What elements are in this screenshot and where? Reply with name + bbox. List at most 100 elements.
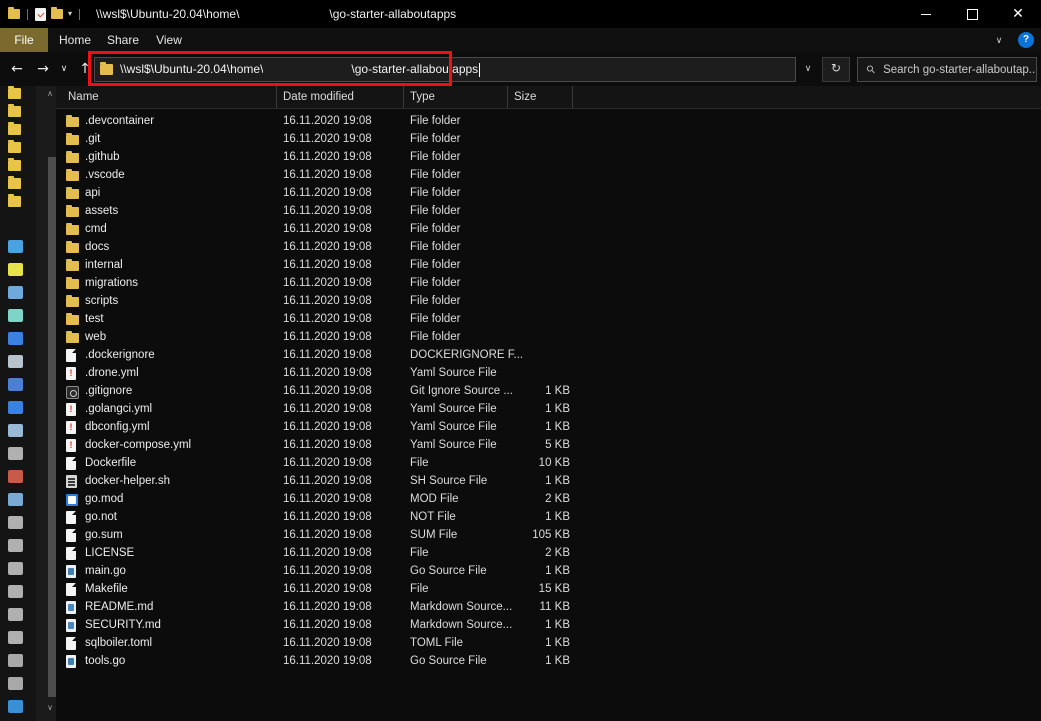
server-icon-1[interactable]	[8, 654, 28, 670]
drive-icon-3[interactable]	[8, 447, 28, 463]
this-pc-icon[interactable]	[8, 286, 28, 302]
chevron-down-icon[interactable]: ▾	[68, 10, 72, 18]
table-row[interactable]: go.mod16.11.2020 19:08MOD File2 KB	[56, 490, 1041, 508]
download-icon[interactable]	[8, 378, 28, 394]
table-row[interactable]: SECURITY.md16.11.2020 19:08Markdown Sour…	[56, 616, 1041, 634]
folder-icon	[8, 124, 21, 135]
doc-glyph	[66, 547, 76, 560]
table-row[interactable]: .drone.yml16.11.2020 19:08Yaml Source Fi…	[56, 364, 1041, 382]
drive-icon-6[interactable]	[8, 539, 28, 555]
taskbar-folder-1[interactable]	[8, 88, 28, 104]
column-header-name[interactable]: Name	[62, 86, 277, 108]
column-header-type[interactable]: Type	[404, 86, 508, 108]
table-row[interactable]: api16.11.2020 19:08File folder	[56, 184, 1041, 202]
table-row[interactable]: README.md16.11.2020 19:08Markdown Source…	[56, 598, 1041, 616]
network-icon[interactable]	[8, 355, 28, 371]
table-row[interactable]: main.go16.11.2020 19:08Go Source File1 K…	[56, 562, 1041, 580]
refresh-button[interactable]: ↻	[822, 57, 850, 82]
table-row[interactable]: .vscode16.11.2020 19:08File folder	[56, 166, 1041, 184]
taskbar-folder-6[interactable]	[8, 178, 28, 194]
table-row[interactable]: test16.11.2020 19:08File folder	[56, 310, 1041, 328]
file-type: File folder	[410, 130, 461, 148]
table-row[interactable]: Dockerfile16.11.2020 19:08File10 KB	[56, 454, 1041, 472]
table-row[interactable]: .dockerignore16.11.2020 19:08DOCKERIGNOR…	[56, 346, 1041, 364]
file-type: File folder	[410, 328, 461, 346]
pictures-icon[interactable]	[8, 424, 28, 440]
table-row[interactable]: Makefile16.11.2020 19:08File15 KB	[56, 580, 1041, 598]
address-input[interactable]: \\wsl$\Ubuntu-20.04\home\\go-starter-all…	[94, 57, 796, 82]
chevron-down-icon-ribbon[interactable]: ∨	[991, 32, 1007, 48]
nav-scroll-up-icon[interactable]: ∧	[44, 88, 56, 100]
table-row[interactable]: web16.11.2020 19:08File folder	[56, 328, 1041, 346]
file-date-modified: 16.11.2020 19:08	[283, 256, 372, 274]
taskbar-folder-7[interactable]	[8, 196, 28, 212]
folder-icon	[66, 151, 79, 164]
tab-view[interactable]: View	[148, 28, 190, 52]
table-row[interactable]: .github16.11.2020 19:08File folder	[56, 148, 1041, 166]
maximize-button[interactable]	[949, 0, 995, 28]
table-row[interactable]: .git16.11.2020 19:08File folder	[56, 130, 1041, 148]
drive-icon-10-glyph	[8, 631, 23, 644]
file-date-modified: 16.11.2020 19:08	[283, 508, 372, 526]
drive-icon-1[interactable]	[8, 309, 28, 325]
search-box[interactable]: ⚲ Search go-starter-allaboutap...	[857, 57, 1037, 82]
drive-icon-7[interactable]	[8, 562, 28, 578]
table-row[interactable]: tools.go16.11.2020 19:08Go Source File1 …	[56, 652, 1041, 670]
taskbar-folder-3[interactable]	[8, 124, 28, 140]
table-row[interactable]: go.not16.11.2020 19:08NOT File1 KB	[56, 508, 1041, 526]
table-row[interactable]: .golangci.yml16.11.2020 19:08Yaml Source…	[56, 400, 1041, 418]
search-placeholder: Search go-starter-allaboutap...	[883, 64, 1036, 76]
address-dropdown-button[interactable]: ∨	[795, 57, 821, 80]
nav-scroll-down-icon[interactable]: ∨	[44, 702, 56, 714]
folder-icon	[8, 9, 20, 19]
tab-share[interactable]: Share	[100, 28, 146, 52]
drive-icon-10[interactable]	[8, 631, 28, 647]
window-title: \\wsl$\Ubuntu-20.04\home\\go-starter-all…	[96, 0, 456, 28]
table-row[interactable]: LICENSE16.11.2020 19:08File2 KB	[56, 544, 1041, 562]
taskbar-folder-2[interactable]	[8, 106, 28, 122]
forward-button[interactable]: →	[32, 58, 54, 80]
table-row[interactable]: docker-helper.sh16.11.2020 19:08SH Sourc…	[56, 472, 1041, 490]
taskbar-folder-4[interactable]	[8, 142, 28, 158]
table-row[interactable]: docs16.11.2020 19:08File folder	[56, 238, 1041, 256]
onedrive-icon[interactable]	[8, 240, 28, 256]
help-icon[interactable]: ?	[1018, 32, 1034, 48]
drive-icon-2[interactable]	[8, 332, 28, 348]
close-button[interactable]: ✕	[995, 0, 1041, 28]
file-date-modified: 16.11.2020 19:08	[283, 382, 372, 400]
file-date-modified: 16.11.2020 19:08	[283, 652, 372, 670]
table-row[interactable]: cmd16.11.2020 19:08File folder	[56, 220, 1041, 238]
drive-icon-5[interactable]	[8, 516, 28, 532]
table-row[interactable]: dbconfig.yml16.11.2020 19:08Yaml Source …	[56, 418, 1041, 436]
table-row[interactable]: docker-compose.yml16.11.2020 19:08Yaml S…	[56, 436, 1041, 454]
table-row[interactable]: internal16.11.2020 19:08File folder	[56, 256, 1041, 274]
up-button[interactable]: ↑	[74, 58, 96, 80]
explorer-icon[interactable]	[8, 700, 28, 716]
recent-locations-button[interactable]: ∨	[56, 58, 72, 80]
table-row[interactable]: .devcontainer16.11.2020 19:08File folder	[56, 112, 1041, 130]
item-icon-1[interactable]	[8, 401, 28, 417]
server-icon-2[interactable]	[8, 677, 28, 693]
minimize-button[interactable]	[903, 0, 949, 28]
table-row[interactable]: assets16.11.2020 19:08File folder	[56, 202, 1041, 220]
dropbox-icon[interactable]	[8, 263, 28, 279]
tab-home[interactable]: Home	[52, 28, 98, 52]
drive-icon-8[interactable]	[8, 585, 28, 601]
drive-icon-4[interactable]	[8, 470, 28, 486]
properties-icon[interactable]	[35, 8, 46, 21]
table-row[interactable]: scripts16.11.2020 19:08File folder	[56, 292, 1041, 310]
navigation-pane-scroll-thumb[interactable]	[48, 157, 56, 697]
table-row[interactable]: go.sum16.11.2020 19:08SUM File105 KB	[56, 526, 1041, 544]
drive-icon-9[interactable]	[8, 608, 28, 624]
taskbar-folder-5[interactable]	[8, 160, 28, 176]
table-row[interactable]: sqlboiler.toml16.11.2020 19:08TOML File1…	[56, 634, 1041, 652]
table-row[interactable]: .gitignore16.11.2020 19:08Git Ignore Sou…	[56, 382, 1041, 400]
column-header-date-modified[interactable]: Date modified	[277, 86, 404, 108]
back-button[interactable]: ←	[6, 58, 28, 80]
table-row[interactable]: migrations16.11.2020 19:08File folder	[56, 274, 1041, 292]
network-drive-icon[interactable]	[8, 493, 28, 509]
new-folder-icon[interactable]	[51, 9, 63, 19]
tab-file[interactable]: File	[0, 28, 48, 52]
column-header-size[interactable]: Size	[508, 86, 573, 108]
folder-icon	[8, 88, 21, 99]
